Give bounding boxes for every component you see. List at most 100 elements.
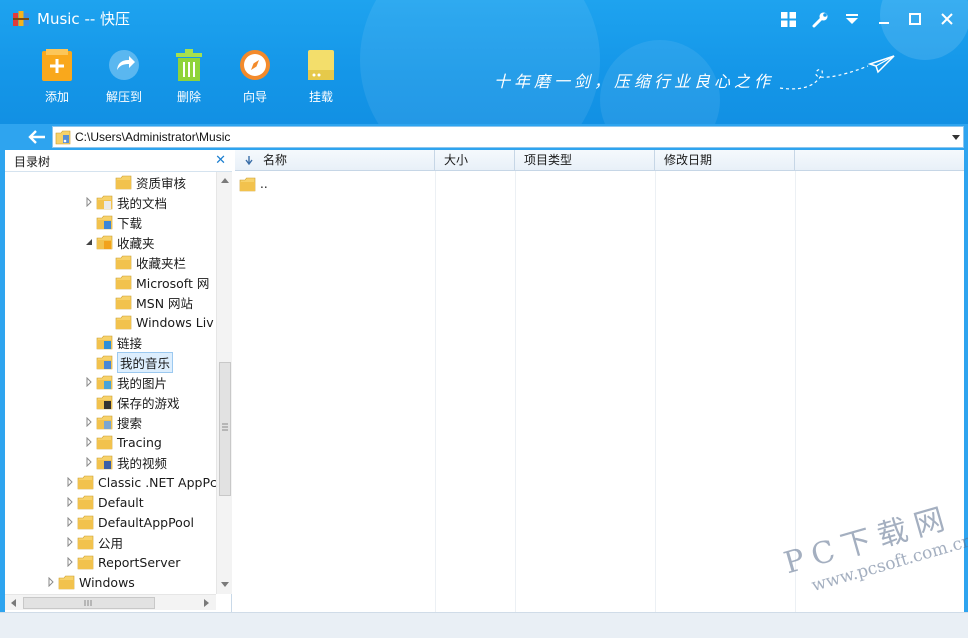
expand-arrow-icon[interactable] xyxy=(84,377,94,387)
no-arrow-spacer xyxy=(103,317,113,327)
tree-node-label: 搜索 xyxy=(117,413,142,432)
search-folder-icon xyxy=(96,415,113,430)
download-folder-icon xyxy=(96,215,113,230)
tree-node[interactable]: 保存的游戏 xyxy=(84,392,180,412)
tree-node-label: 下载 xyxy=(117,213,142,232)
tree-node[interactable]: 我的图片 xyxy=(84,372,167,392)
folder-folder-icon xyxy=(115,315,132,330)
tree-node-label: 我的音乐 xyxy=(117,352,173,373)
expand-arrow-icon[interactable] xyxy=(65,537,75,547)
no-arrow-spacer xyxy=(84,397,94,407)
tree-node[interactable]: 下载 xyxy=(84,212,142,232)
expand-arrow-icon[interactable] xyxy=(84,197,94,207)
tree-node[interactable]: 搜索 xyxy=(84,412,142,432)
directory-tree-panel: 目录树 ✕ 资质审核我的文档下载收藏夹收藏夹栏Microsoft 网MSN 网站… xyxy=(5,150,232,612)
tree-node[interactable]: 我的音乐 xyxy=(84,352,173,372)
extract-to-button[interactable]: 解压到 xyxy=(92,48,156,105)
column-size[interactable]: 大小 xyxy=(435,150,515,171)
links-folder-icon xyxy=(96,335,113,350)
add-button[interactable]: 添加 xyxy=(25,48,89,105)
tree-node[interactable]: Tracing xyxy=(84,432,162,452)
folder-folder-icon xyxy=(96,435,113,450)
minimize-icon xyxy=(878,13,890,25)
tree-node[interactable]: Classic .NET AppPc xyxy=(65,472,216,492)
folder-icon xyxy=(239,177,256,192)
wizard-label: 向导 xyxy=(243,90,267,104)
tree-node[interactable]: 我的文档 xyxy=(84,192,167,212)
tree-node-label: 我的视频 xyxy=(117,453,167,472)
tree-node[interactable]: Windows Liv xyxy=(103,312,214,332)
maximize-button[interactable] xyxy=(906,10,924,28)
expand-arrow-icon[interactable] xyxy=(65,477,75,487)
menu-button[interactable] xyxy=(843,10,861,28)
expand-arrow-icon[interactable] xyxy=(65,557,75,567)
tree-node[interactable]: DefaultAppPool xyxy=(65,512,194,532)
column-name[interactable]: 名称 xyxy=(235,150,435,171)
tree-node[interactable]: MSN 网站 xyxy=(103,292,193,312)
delete-button[interactable]: 删除 xyxy=(157,48,221,105)
tree-horizontal-scroll-thumb[interactable] xyxy=(23,597,155,609)
maximize-icon xyxy=(909,13,921,25)
no-arrow-spacer xyxy=(84,357,94,367)
folder-folder-icon xyxy=(115,295,132,310)
tree-node-label: Classic .NET AppPc xyxy=(98,475,216,490)
expand-arrow-icon[interactable] xyxy=(46,577,56,587)
scroll-right-icon[interactable] xyxy=(204,599,210,607)
favorites-folder-icon xyxy=(96,235,113,250)
mount-button[interactable]: 挂载 xyxy=(289,48,353,105)
expand-arrow-icon[interactable] xyxy=(65,517,75,527)
tree-node[interactable]: 公用 xyxy=(65,532,123,552)
tree-panel-title: 目录树 xyxy=(14,153,50,170)
tree-node[interactable]: Default xyxy=(65,492,144,512)
add-icon xyxy=(41,48,73,82)
column-modified-label: 修改日期 xyxy=(664,153,712,167)
minimize-button[interactable] xyxy=(875,10,893,28)
slogan-text: 十年磨一剑，压缩行业良心之作 xyxy=(494,68,774,92)
tree-node[interactable]: 链接 xyxy=(84,332,142,352)
title-bar[interactable]: Music -- 快压 xyxy=(0,0,968,36)
expand-arrow-icon[interactable] xyxy=(84,437,94,447)
tree-node[interactable]: Microsoft 网 xyxy=(103,272,209,292)
column-modified[interactable]: 修改日期 xyxy=(655,150,795,171)
tree-node[interactable]: 资质审核 xyxy=(103,172,186,192)
videos-folder-icon xyxy=(96,455,113,470)
address-input[interactable]: C:\Users\Administrator\Music xyxy=(52,126,964,148)
wizard-button[interactable]: 向导 xyxy=(223,48,287,105)
grid-view-button[interactable] xyxy=(779,10,797,28)
tree-node[interactable]: 我的视频 xyxy=(84,452,167,472)
scroll-down-icon[interactable] xyxy=(221,582,229,588)
grid-icon xyxy=(781,12,796,27)
tree-node[interactable]: 收藏夹栏 xyxy=(103,252,186,272)
tree-vertical-scrollbar[interactable] xyxy=(216,172,232,594)
tree-node[interactable]: ReportServer xyxy=(65,552,180,572)
header-banner: Music -- 快压 xyxy=(0,0,968,124)
wrench-icon xyxy=(812,11,829,28)
close-button[interactable] xyxy=(938,10,956,28)
tree-vertical-scroll-thumb[interactable] xyxy=(219,362,231,496)
scroll-left-icon[interactable] xyxy=(10,599,16,607)
tree-node-label: MSN 网站 xyxy=(136,293,193,312)
folder-folder-icon xyxy=(77,555,94,570)
expand-arrow-icon[interactable] xyxy=(84,457,94,467)
expand-arrow-icon[interactable] xyxy=(65,497,75,507)
extract-to-label: 解压到 xyxy=(106,90,142,104)
grip-icon xyxy=(222,423,228,431)
tree-horizontal-scrollbar[interactable] xyxy=(5,594,216,610)
column-type[interactable]: 项目类型 xyxy=(515,150,655,171)
address-dropdown-icon[interactable] xyxy=(952,135,960,140)
back-arrow-icon[interactable] xyxy=(27,128,47,146)
column-divider xyxy=(515,171,516,612)
folder-folder-icon xyxy=(77,475,94,490)
tree-node-label: 保存的游戏 xyxy=(117,393,180,412)
tree-close-icon[interactable]: ✕ xyxy=(215,153,226,168)
file-row-parent[interactable]: .. xyxy=(239,175,268,193)
delete-label: 删除 xyxy=(177,90,201,104)
window-title: Music -- 快压 xyxy=(37,8,130,29)
expand-arrow-icon[interactable] xyxy=(84,417,94,427)
tree-node-label: 公用 xyxy=(98,533,123,552)
scroll-up-icon[interactable] xyxy=(221,177,229,183)
tree-node[interactable]: Windows xyxy=(46,572,135,592)
settings-button[interactable] xyxy=(811,10,829,28)
tree-node[interactable]: 收藏夹 xyxy=(84,232,155,252)
collapse-arrow-icon[interactable] xyxy=(84,237,94,247)
